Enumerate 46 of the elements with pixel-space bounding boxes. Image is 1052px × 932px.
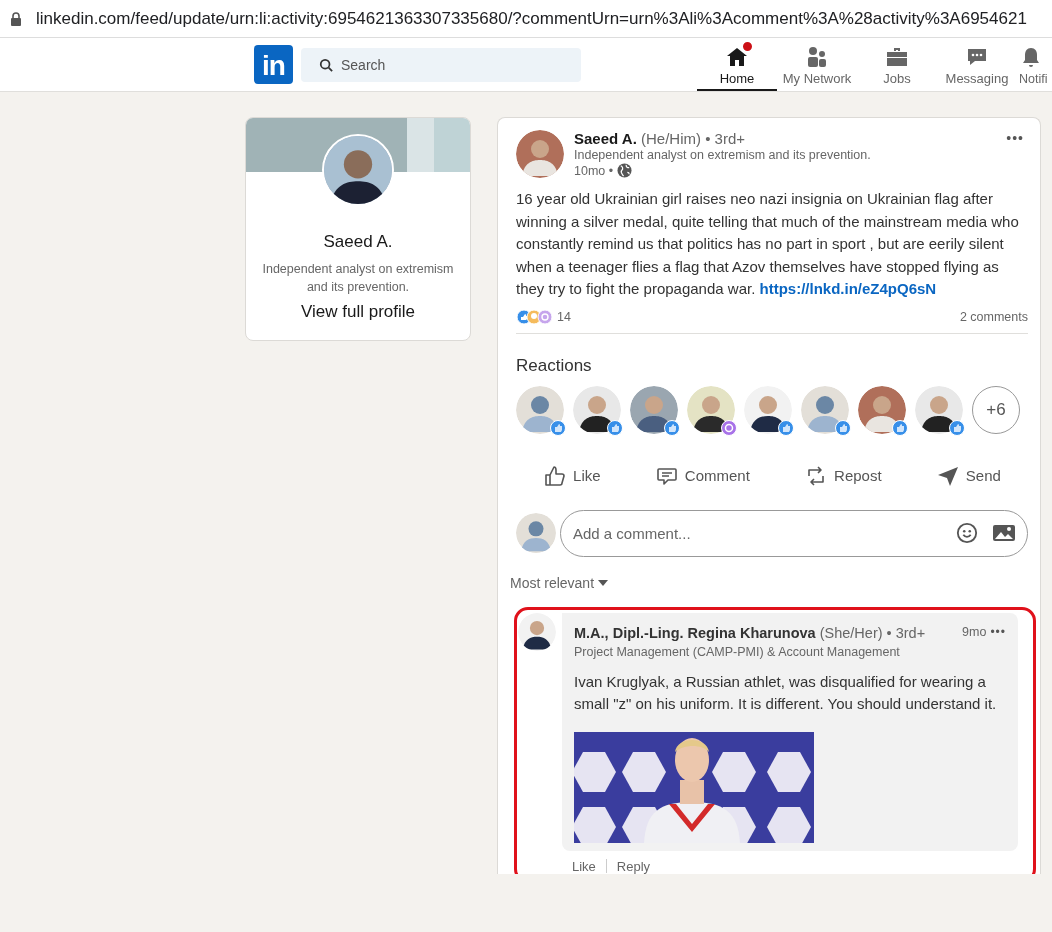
post-link[interactable]: https://lnkd.in/eZ4pQ6sN (759, 280, 937, 297)
more-button[interactable]: ••• (1002, 130, 1028, 146)
nav-tab[interactable]: Messaging (937, 38, 1017, 91)
post-text: 16 year old Ukrainian girl raises neo nazi insignia on Ukrainian flag after winning a silver medal, quite telling that much of the mainstream media who constantly remind us that politics has no part in sport , but are eerily silent when a teenager flies a flag that Azov themselves have stopped flying as they try to fight the propaganda war. https://lnkd.in/eZ4pQ6sN (516, 189, 1020, 299)
logo[interactable]: in (254, 45, 293, 84)
nav-tab[interactable]: Notifi (1017, 38, 1052, 91)
caret-icon (598, 579, 609, 586)
action-button[interactable]: Like (535, 457, 609, 494)
nav-tab[interactable]: Jobs (857, 38, 937, 91)
reactions-heading: Reactions (516, 355, 593, 376)
thumbs-up-icon (543, 463, 568, 488)
comment-action[interactable]: Reply (616, 858, 651, 874)
search-field[interactable]: Search (301, 47, 581, 82)
nav-tab[interactable]: My Network (777, 38, 857, 91)
comment-action[interactable]: Like (572, 858, 596, 874)
profile-name: Saeed A. (323, 232, 393, 252)
lock-icon (10, 11, 22, 26)
author-headline: Independent analyst on extremism and its prevention. (574, 148, 872, 162)
comment-headline: Project Management (CAMP-PMI) & Account Management (574, 644, 901, 659)
comment-author[interactable]: M.A., Dipl.-Ling. Regina Kharunova (She/Her) • 3rd+ (574, 624, 926, 641)
action-button[interactable]: Send (927, 457, 1009, 494)
comment-time: 9mo (962, 624, 987, 641)
globe-icon (617, 163, 633, 178)
action-button[interactable]: Repost (796, 457, 890, 494)
author-line[interactable]: Saeed A. (He/Him) • 3rd+ (574, 130, 993, 147)
more-button[interactable]: ••• (990, 624, 1006, 639)
profile-headline: Independent analyst on extremism and its prevention. (261, 261, 455, 296)
reaction-count[interactable]: 14 (557, 309, 571, 324)
smiley-icon[interactable] (956, 521, 978, 544)
briefcase-icon (885, 45, 909, 69)
comment-text: Ivan Kruglyak, a Russian athlet, was disqualified for wearing a small "z" on his uniform. It is different. You should understand it. (574, 671, 998, 714)
reaction-icons (516, 308, 554, 325)
action-button[interactable]: Comment (646, 457, 758, 494)
more-reactors-button[interactable]: +6 (972, 385, 1020, 434)
comments-count[interactable]: 2 comments (959, 309, 1028, 324)
sort-dropdown[interactable]: Most relevant (510, 574, 609, 591)
avatar (518, 612, 556, 651)
view-profile-link[interactable]: View full profile (301, 302, 415, 322)
search-icon (319, 57, 333, 72)
avatar (516, 513, 556, 553)
nav-tab[interactable]: Home (697, 38, 777, 91)
post-time: 10mo • (574, 163, 614, 178)
people-icon (805, 45, 829, 69)
house-icon (725, 45, 749, 69)
comment-field[interactable]: Add a comment... (560, 509, 1028, 557)
avatar (516, 130, 564, 178)
